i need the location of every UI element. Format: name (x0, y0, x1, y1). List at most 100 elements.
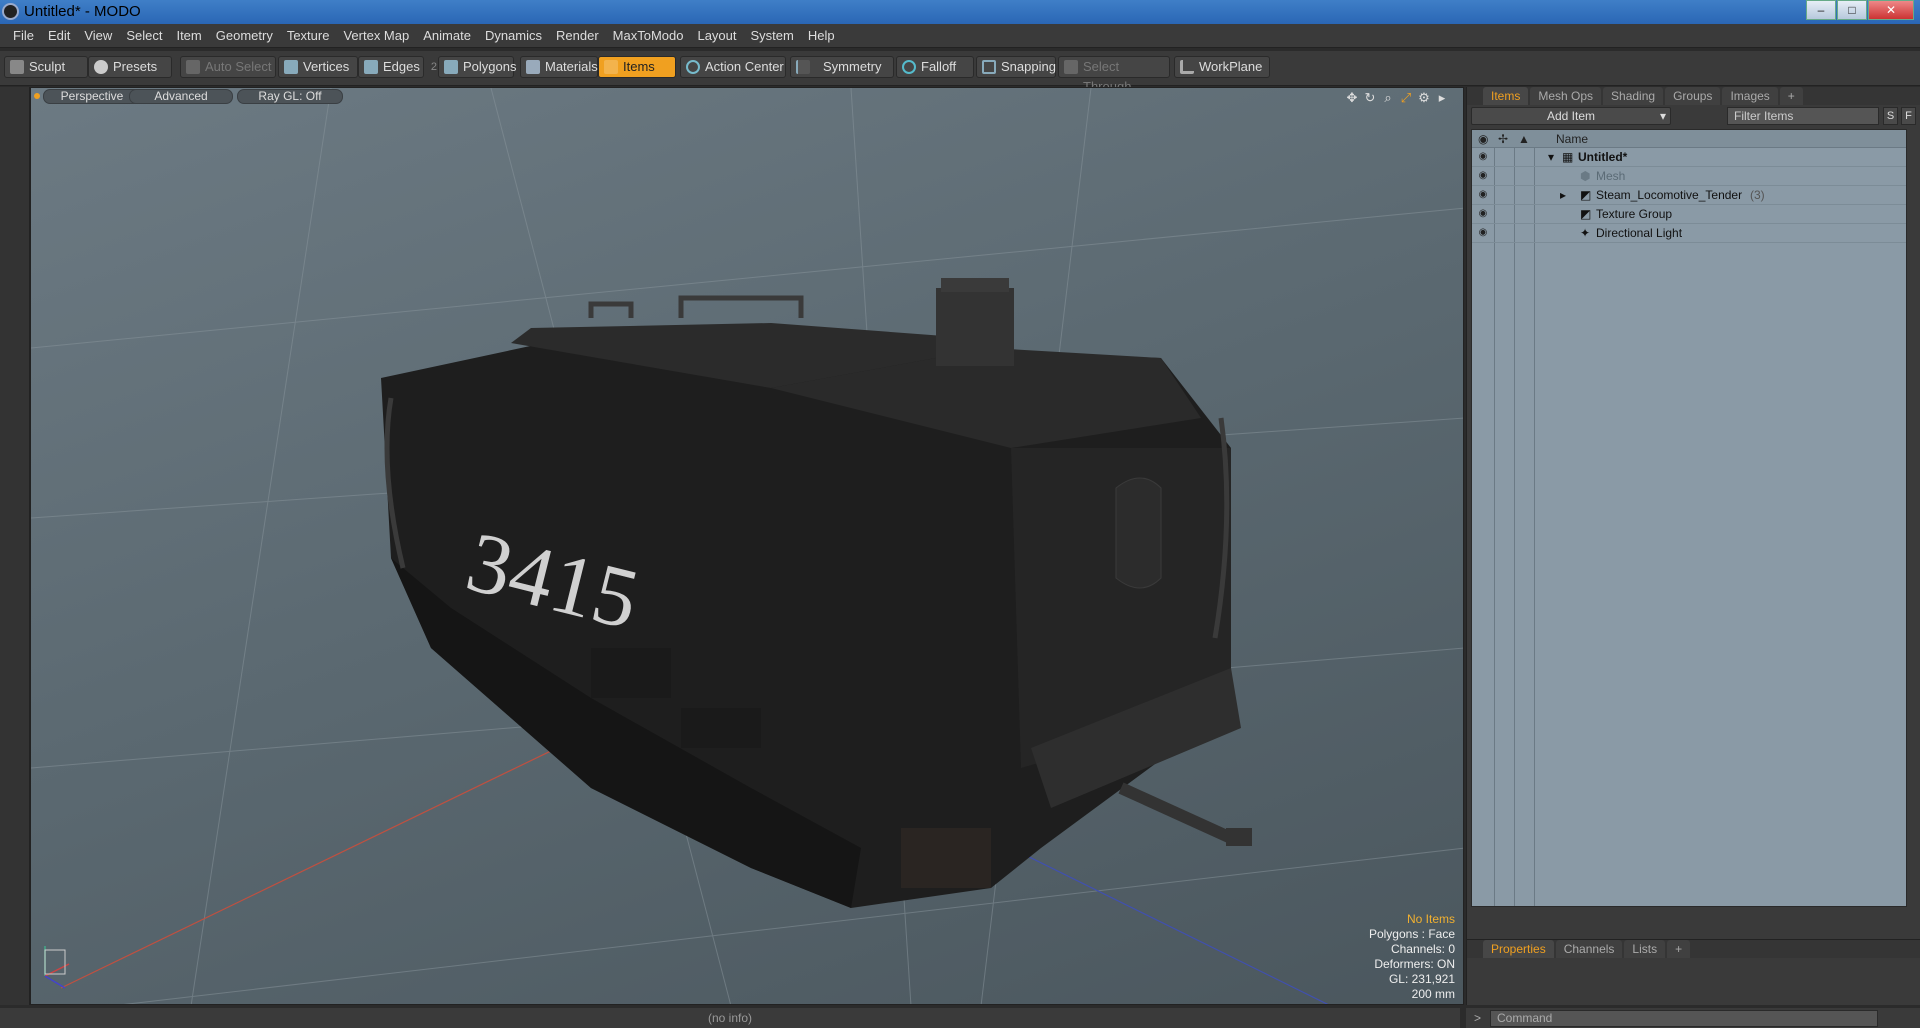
prompt-icon: > (1474, 1011, 1482, 1025)
command-input[interactable]: Command (1490, 1010, 1878, 1027)
menu-maxtomodo[interactable]: MaxToModo (613, 28, 684, 43)
falloff-icon (902, 60, 916, 74)
expand-arrow-icon[interactable]: ▸ (1435, 90, 1449, 106)
viewport-header: Perspective Advanced Ray GL: Off ✥ ↻ ⌕ ⤢… (31, 88, 1463, 106)
add-tab-button[interactable]: + (1667, 940, 1691, 958)
f-button[interactable]: F (1901, 107, 1916, 125)
texture-group-icon: ◩ (1580, 207, 1592, 221)
menu-view[interactable]: View (84, 28, 112, 43)
tree-row-untitled[interactable]: ◉ ▾ ▦ Untitled* (1472, 148, 1906, 167)
workplane-button[interactable]: WorkPlane (1174, 56, 1270, 78)
polygons-icon (444, 60, 458, 74)
items-panel: Items Mesh Ops Shading Groups Images + A… (1466, 87, 1920, 1005)
tab-properties[interactable]: Properties (1483, 940, 1554, 958)
panel-tabs: Items Mesh Ops Shading Groups Images + (1467, 87, 1920, 105)
filter-items-input[interactable]: Filter Items (1727, 107, 1879, 125)
menu-layout[interactable]: Layout (697, 28, 736, 43)
axis-gizmo-icon (44, 946, 70, 989)
items-button[interactable]: Items (598, 56, 676, 78)
tab-groups[interactable]: Groups (1665, 87, 1721, 105)
window-title: Untitled* - MODO (24, 3, 141, 20)
rotate-icon[interactable]: ↻ (1363, 90, 1377, 106)
tab-channels[interactable]: Channels (1555, 940, 1623, 958)
eye-icon[interactable]: ◉ (1476, 208, 1490, 220)
auto-select-icon (186, 60, 200, 74)
expand-arrow-icon[interactable]: ▾ (1548, 150, 1554, 164)
auto-select-button[interactable]: Auto Select (180, 56, 276, 78)
menu-edit[interactable]: Edit (48, 28, 70, 43)
group-icon: ◩ (1580, 188, 1592, 202)
modo-logo-icon (2, 3, 19, 20)
menu-select[interactable]: Select (126, 28, 162, 43)
tab-lists[interactable]: Lists (1624, 940, 1666, 958)
snapping-icon (982, 60, 996, 74)
close-button[interactable]: ✕ (1868, 0, 1914, 20)
vertices-button[interactable]: Vertices (278, 56, 358, 78)
menu-animate[interactable]: Animate (423, 28, 471, 43)
menu-file[interactable]: File (13, 28, 34, 43)
menu-render[interactable]: Render (556, 28, 599, 43)
maximize-button[interactable]: □ (1837, 0, 1867, 20)
falloff-button[interactable]: Falloff (896, 56, 974, 78)
zoom-icon[interactable]: ⌕ (1381, 90, 1395, 106)
materials-button[interactable]: Materials (520, 56, 598, 78)
lock-header-icon: ✢ (1498, 132, 1509, 146)
edges-button[interactable]: Edges 2 (358, 56, 437, 78)
menu-geometry[interactable]: Geometry (216, 28, 273, 43)
sculpt-icon (10, 60, 24, 74)
tree-row-mesh[interactable]: ◉ ⬢ Mesh (1472, 167, 1906, 186)
tab-perspective[interactable]: Perspective (43, 89, 141, 104)
tab-mesh-ops[interactable]: Mesh Ops (1530, 87, 1602, 105)
workplane-icon (1180, 60, 1194, 74)
edges-count: 2 (430, 61, 437, 73)
menu-texture[interactable]: Texture (287, 28, 330, 43)
polygons-button[interactable]: Polygons (438, 56, 516, 78)
symmetry-button[interactable]: Symmetry (790, 56, 894, 78)
tree-header: ◉ ✢ ▲ Name (1472, 130, 1906, 148)
eye-icon[interactable]: ◉ (1476, 170, 1490, 182)
tab-items[interactable]: Items (1483, 87, 1529, 105)
pan-icon[interactable]: ✥ (1345, 90, 1359, 106)
tab-shading[interactable]: Shading (1603, 87, 1664, 105)
gear-icon[interactable]: ⚙ (1417, 90, 1431, 106)
eye-icon[interactable]: ◉ (1476, 227, 1490, 239)
action-center-button[interactable]: Action Center (680, 56, 786, 78)
stat-polygons: Polygons : Face (1368, 927, 1455, 941)
expand-arrow-icon[interactable]: ▸ (1560, 188, 1566, 202)
tab-advanced[interactable]: Advanced (129, 89, 233, 104)
sculpt-button[interactable]: Sculpt (4, 56, 88, 78)
menu-vertex-map[interactable]: Vertex Map (343, 28, 409, 43)
properties-panel: Properties Channels Lists + (1467, 939, 1920, 1005)
menu-help[interactable]: Help (808, 28, 835, 43)
eye-icon[interactable]: ◉ (1476, 151, 1490, 163)
snapping-button[interactable]: Snapping (976, 56, 1056, 78)
eye-icon[interactable]: ◉ (1476, 189, 1490, 201)
tab-raygl[interactable]: Ray GL: Off (237, 89, 343, 104)
status-bar: (no info) (0, 1008, 1460, 1028)
menu-bar: File Edit View Select Item Geometry Text… (0, 24, 1920, 48)
add-tab-button[interactable]: + (1779, 87, 1803, 105)
menu-system[interactable]: System (751, 28, 794, 43)
stat-gl: GL: 231,921 (1388, 972, 1455, 986)
stat-items: No Items (1406, 912, 1455, 926)
add-item-button[interactable]: Add Item ▾ (1471, 107, 1671, 125)
menu-dynamics[interactable]: Dynamics (485, 28, 542, 43)
s-button[interactable]: S (1883, 107, 1898, 125)
name-column-header[interactable]: Name (1556, 132, 1588, 146)
tree-row-steam-locomotive-tender[interactable]: ◉ ▸ ◩ Steam_Locomotive_Tender (3) (1472, 186, 1906, 205)
3d-viewport[interactable]: 3415 Perspective Advanced Ray GL: Off ✥ … (30, 87, 1464, 1005)
fit-icon[interactable]: ⤢ (1399, 90, 1413, 106)
tree-row-directional-light[interactable]: ◉ ✦ Directional Light (1472, 224, 1906, 243)
tree-row-texture-group[interactable]: ◉ ◩ Texture Group (1472, 205, 1906, 224)
menu-item[interactable]: Item (176, 28, 201, 43)
stat-deformers: Deformers: ON (1374, 957, 1455, 971)
render-header-icon: ▲ (1518, 132, 1530, 146)
tab-images[interactable]: Images (1722, 87, 1778, 105)
z-axis-line (1010, 847, 1329, 1004)
select-through-icon (1064, 60, 1078, 74)
select-through-button[interactable]: Select Through (1058, 56, 1170, 94)
title-bar: Untitled* - MODO – □ ✕ (0, 0, 1920, 24)
minimize-button[interactable]: – (1806, 0, 1836, 20)
light-icon: ✦ (1580, 226, 1591, 240)
presets-button[interactable]: Presets (88, 56, 172, 78)
